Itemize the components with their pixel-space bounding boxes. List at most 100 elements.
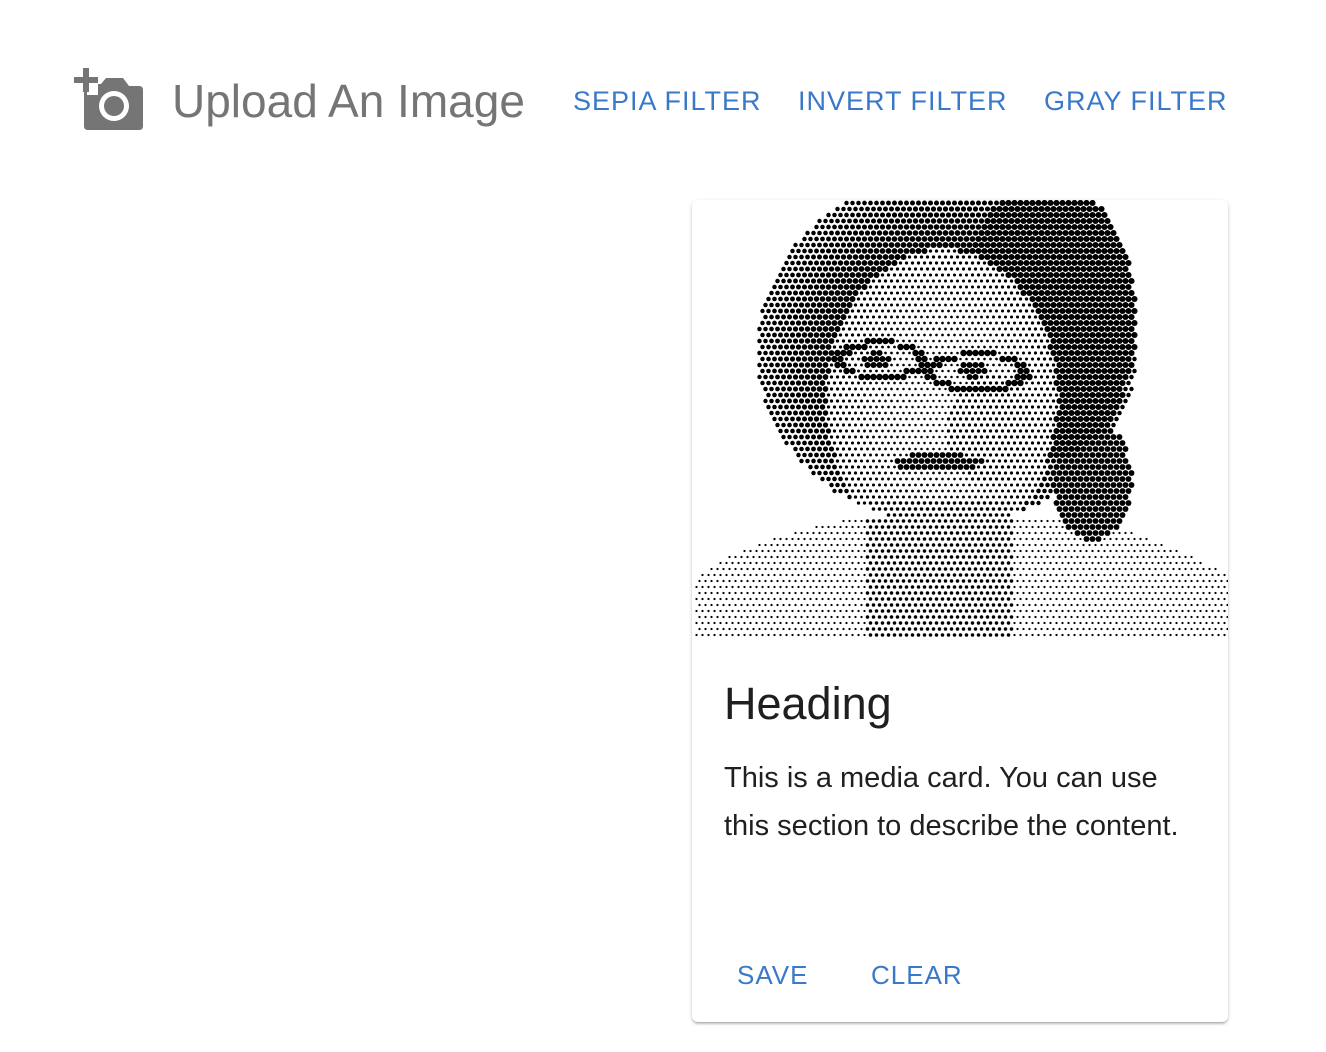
- halftone-dot: [1012, 465, 1017, 469]
- halftone-dot: [877, 303, 882, 307]
- halftone-dot: [893, 405, 896, 409]
- halftone-dot: [734, 555, 737, 559]
- halftone-dot: [1109, 549, 1112, 553]
- halftone-dot: [836, 591, 839, 595]
- halftone-dot: [826, 393, 831, 397]
- halftone-dot: [1169, 573, 1172, 577]
- halftone-dot: [860, 567, 863, 571]
- clear-button[interactable]: CLEAR: [871, 958, 963, 992]
- halftone-dot: [1071, 200, 1078, 207]
- halftone-dot: [860, 591, 863, 595]
- halftone-dot: [851, 609, 854, 613]
- halftone-dot: [941, 393, 944, 397]
- halftone-dot: [822, 302, 829, 308]
- halftone-dot: [991, 399, 996, 403]
- halftone-dot: [939, 464, 946, 470]
- halftone-dot: [792, 314, 799, 320]
- halftone-dot: [994, 405, 999, 409]
- halftone-dot: [1071, 247, 1078, 255]
- halftone-dot: [1020, 253, 1027, 261]
- halftone-dot: [1037, 525, 1040, 529]
- invert-filter-button[interactable]: INVERT FILTER: [798, 84, 1008, 118]
- halftone-dot: [868, 212, 873, 218]
- halftone-dot: [970, 525, 975, 529]
- halftone-dot: [935, 309, 938, 313]
- halftone-dot: [1039, 327, 1044, 331]
- halftone-dot: [967, 543, 972, 547]
- halftone-dot: [1026, 265, 1033, 273]
- halftone-dot: [1033, 471, 1038, 475]
- halftone-dot: [1059, 211, 1066, 219]
- gray-filter-button[interactable]: GRAY FILTER: [1044, 84, 1228, 118]
- halftone-dot: [889, 267, 894, 271]
- halftone-dot: [1098, 289, 1105, 297]
- halftone-dot: [934, 561, 939, 565]
- halftone-dot: [772, 308, 777, 314]
- halftone-dot: [871, 603, 876, 607]
- halftone-dot: [907, 591, 912, 595]
- halftone-dot: [916, 633, 921, 637]
- halftone-dot: [981, 247, 988, 255]
- halftone-dot: [1217, 609, 1220, 613]
- halftone-dot: [1021, 459, 1026, 463]
- halftone-dot: [798, 386, 805, 392]
- halftone-dot: [868, 597, 873, 601]
- sepia-filter-button[interactable]: SEPIA FILTER: [573, 84, 762, 118]
- halftone-dot: [850, 441, 855, 445]
- halftone-dot: [884, 351, 887, 355]
- halftone-dot: [841, 411, 846, 415]
- halftone-dot: [1017, 367, 1024, 375]
- halftone-dot: [1121, 609, 1124, 613]
- halftone-dot: [734, 591, 737, 595]
- halftone-dot: [973, 471, 978, 475]
- halftone-dot: [926, 303, 929, 307]
- halftone-dot: [1122, 361, 1129, 369]
- halftone-dot: [930, 361, 937, 369]
- halftone-dot: [740, 555, 743, 559]
- upload-image-button[interactable]: Upload An Image: [74, 68, 525, 134]
- halftone-dot: [898, 200, 903, 206]
- halftone-dot: [1009, 279, 1014, 283]
- halftone-dot: [1056, 277, 1063, 285]
- halftone-dot: [914, 315, 917, 319]
- halftone-dot: [1013, 369, 1016, 373]
- halftone-dot: [958, 417, 963, 421]
- halftone-dot: [949, 615, 954, 619]
- halftone-dot: [1008, 241, 1015, 249]
- halftone-dot: [892, 513, 897, 517]
- halftone-dot: [770, 627, 773, 631]
- halftone-dot: [906, 206, 913, 212]
- halftone-dot: [886, 597, 891, 601]
- halftone-dot: [1000, 501, 1005, 505]
- halftone-dot: [1056, 325, 1063, 333]
- save-button[interactable]: SAVE: [737, 958, 808, 992]
- halftone-dot: [773, 537, 776, 541]
- halftone-dot: [767, 609, 770, 613]
- halftone-dot: [1106, 567, 1109, 571]
- halftone-dot: [1034, 531, 1037, 535]
- halftone-dot: [899, 417, 902, 421]
- halftone-dot: [846, 242, 853, 248]
- halftone-dot: [1091, 621, 1094, 625]
- halftone-dot: [851, 573, 854, 577]
- halftone-dot: [880, 633, 885, 637]
- halftone-dot: [1034, 555, 1037, 559]
- halftone-dot: [1061, 525, 1064, 529]
- halftone-dot: [857, 369, 860, 373]
- halftone-dot: [1059, 259, 1066, 267]
- halftone-dot: [908, 399, 911, 403]
- halftone-dot: [763, 374, 768, 380]
- halftone-dot: [772, 356, 777, 362]
- halftone-dot: [972, 241, 979, 249]
- halftone-dot: [1107, 488, 1114, 494]
- halftone-dot: [1085, 573, 1088, 577]
- halftone-dot: [1226, 627, 1228, 631]
- halftone-dot: [1178, 579, 1181, 583]
- halftone-dot: [847, 339, 852, 343]
- halftone-dot: [1088, 579, 1091, 583]
- halftone-dot: [816, 422, 823, 428]
- halftone-dot: [773, 573, 776, 577]
- halftone-dot: [1058, 531, 1061, 535]
- halftone-dot: [1100, 543, 1103, 547]
- halftone-dot: [951, 236, 958, 242]
